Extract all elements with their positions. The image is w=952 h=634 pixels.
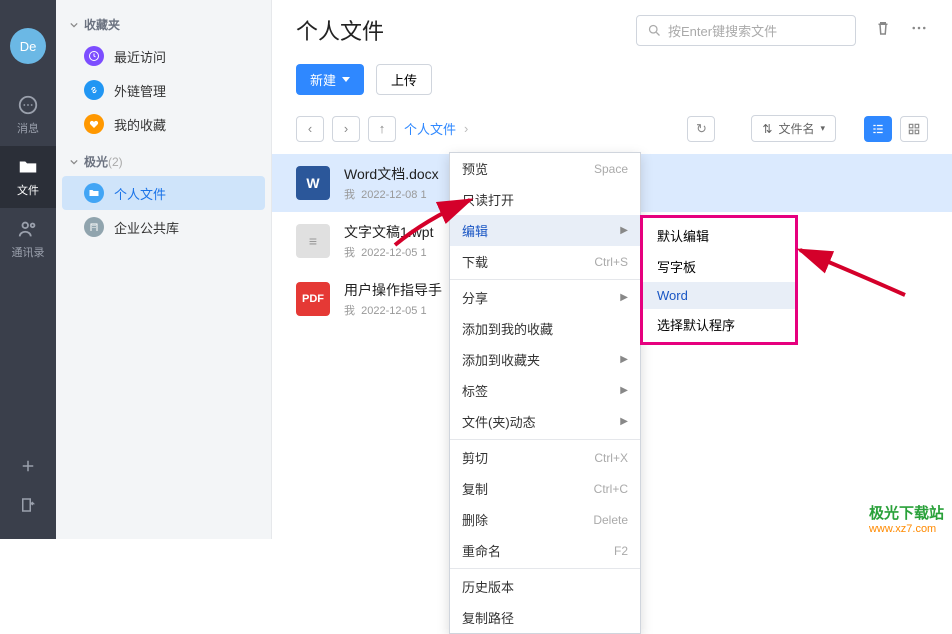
caret-down-icon [70,21,78,29]
clock-icon [84,46,104,66]
up-button[interactable]: ↑ [368,116,396,142]
menu-item[interactable]: 分享▶ [450,282,640,313]
building-icon [84,217,104,237]
chevron-down-icon [342,77,350,82]
submenu-item[interactable]: 写字板 [643,251,795,282]
grid-view-button[interactable] [900,116,928,142]
page-title: 个人文件 [296,14,384,46]
chevron-right-icon: › [464,121,468,136]
section-jiguang[interactable]: 极光 (2) [56,147,271,176]
button-label: 新建 [310,70,336,89]
menu-item[interactable]: 重命名F2 [450,535,640,566]
sort-label: 文件名 [778,120,814,137]
avatar[interactable]: De [10,28,46,64]
link-icon [84,80,104,100]
file-sub: 我 2022-12-08 1 [344,186,439,202]
folder-icon [17,156,39,178]
upload-button[interactable]: 上传 [376,64,432,95]
menu-item[interactable]: 删除Delete [450,504,640,535]
export-icon [19,496,37,514]
toolbar: 新建 上传 [272,56,952,109]
nav-label: 文件 [17,182,39,198]
heart-icon [84,114,104,134]
forward-button[interactable]: › [332,116,360,142]
section-label: 收藏夹 [84,16,120,33]
submenu-item[interactable]: 默认编辑 [643,220,795,251]
submenu-item[interactable]: Word [643,282,795,309]
menu-item[interactable]: 添加到收藏夹▶ [450,344,640,375]
file-name: 用户操作指导手 [344,280,442,300]
nav-messages[interactable]: 消息 [0,84,56,146]
pdf-file-icon: PDF [296,282,330,316]
folder-icon [84,183,104,203]
search-icon [647,23,662,38]
menu-item[interactable]: 复制Ctrl+C [450,473,640,504]
file-sub: 我 2022-12-05 1 [344,302,442,318]
section-label: 极光 [84,153,108,170]
menu-item[interactable]: 剪切Ctrl+X [450,442,640,473]
watermark-title: 极光下载站 [869,502,944,523]
chevron-down-icon: ▾ [820,123,825,134]
file-name: Word文档.docx [344,164,439,184]
caret-down-icon [70,158,78,166]
menu-item[interactable]: 下载Ctrl+S [450,246,640,277]
file-name: 文字文稿1.wpt [344,222,433,242]
contacts-icon [17,218,39,240]
context-menu: 预览Space只读打开编辑▶下载Ctrl+S 分享▶添加到我的收藏添加到收藏夹▶标… [449,152,641,634]
menu-item[interactable]: 历史版本 [450,571,640,602]
nav-files[interactable]: 文件 [0,146,56,208]
sidebar-item-label: 我的收藏 [114,115,166,134]
refresh-button[interactable]: ↻ [687,116,715,142]
submenu-item[interactable]: 选择默认程序 [643,309,795,340]
search-input[interactable]: 按Enter键搜索文件 [636,15,856,46]
breadcrumb[interactable]: 个人文件 [404,119,456,138]
menu-item[interactable]: 编辑▶ [450,215,640,246]
sidebar: 收藏夹 最近访问 外链管理 我的收藏 极光 (2) 个人文件 企业公共库 [56,0,272,539]
list-view-button[interactable] [864,116,892,142]
back-button[interactable]: ‹ [296,116,324,142]
menu-item[interactable]: 只读打开 [450,184,640,215]
menu-item[interactable]: 文件(夹)动态▶ [450,406,640,437]
file-sub: 我 2022-12-05 1 [344,244,433,260]
plus-icon [19,457,37,475]
nav-contacts[interactable]: 通讯录 [0,208,56,270]
watermark-url: www.xz7.com [869,523,944,535]
nav-label: 消息 [17,120,39,136]
edit-submenu: 默认编辑写字板Word选择默认程序 [640,215,798,345]
sidebar-item-label: 企业公共库 [114,218,179,237]
export-button[interactable] [19,488,37,527]
menu-item[interactable]: 预览Space [450,153,640,184]
more-icon[interactable] [910,19,928,42]
menu-item[interactable]: 标签▶ [450,375,640,406]
section-favorites[interactable]: 收藏夹 [56,10,271,39]
sidebar-item-label: 外链管理 [114,81,166,100]
sidebar-item-label: 最近访问 [114,47,166,66]
sidebar-my-favorites[interactable]: 我的收藏 [56,107,271,141]
header: 个人文件 按Enter键搜索文件 [272,0,952,56]
sort-icon: ⇅ [762,122,772,136]
nav-bottom [0,449,56,539]
nav-label: 通讯录 [12,244,45,260]
new-button[interactable]: 新建 [296,64,364,95]
word-file-icon: W [296,166,330,200]
sidebar-personal-files[interactable]: 个人文件 [62,176,265,210]
sidebar-recent[interactable]: 最近访问 [56,39,271,73]
add-button[interactable] [19,449,37,488]
sidebar-enterprise-lib[interactable]: 企业公共库 [56,210,271,244]
left-nav: De 消息 文件 通讯录 [0,0,56,539]
sidebar-item-label: 个人文件 [114,184,166,203]
menu-item[interactable]: 添加到我的收藏 [450,313,640,344]
watermark: 极光下载站 www.xz7.com [869,502,944,535]
sort-button[interactable]: ⇅ 文件名 ▾ [751,115,836,142]
wpt-file-icon: ≡ [296,224,330,258]
search-placeholder: 按Enter键搜索文件 [668,21,777,40]
section-count: (2) [108,155,123,169]
menu-item[interactable]: 复制路径 [450,602,640,633]
message-icon [17,94,39,116]
sidebar-external-links[interactable]: 外链管理 [56,73,271,107]
pathbar: ‹ › ↑ 个人文件 › ↻ ⇅ 文件名 ▾ [272,109,952,152]
delete-icon[interactable] [874,19,892,42]
